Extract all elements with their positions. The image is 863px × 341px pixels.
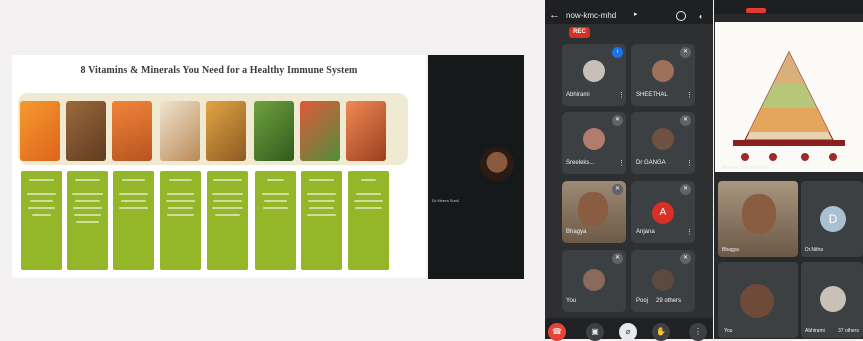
avatar: A [652, 202, 674, 224]
carrots-image [112, 101, 152, 161]
tablet-top-bar [714, 0, 863, 14]
vitamin-card-2 [67, 171, 108, 270]
mic-off-icon: ✕ [612, 115, 623, 126]
more-options-icon[interactable]: ⋮ [618, 159, 625, 167]
more-options-icon[interactable]: ⋮ [686, 159, 693, 167]
salad-plate-image [300, 101, 340, 161]
vitamin-card-3 [113, 171, 154, 270]
avatar [578, 192, 608, 226]
others-count: 29 others [656, 298, 682, 304]
participant-name: You [724, 328, 733, 334]
food-pyramid-image [733, 50, 845, 161]
others-count: 37 others [838, 328, 859, 334]
avatar: D [820, 206, 846, 232]
participant-name: Sreeleks... [566, 160, 595, 166]
vitamin-card-8 [348, 171, 389, 270]
vitamin-card-1 [21, 171, 62, 270]
vitamin-card-5 [207, 171, 248, 270]
nuts-seeds-image [66, 101, 106, 161]
avatar [583, 60, 605, 82]
shared-screen[interactable] [715, 22, 863, 172]
more-options-button[interactable]: ⋮ [689, 323, 707, 341]
vegetable-bowl-image [206, 101, 246, 161]
mic-off-icon: ✕ [680, 184, 691, 195]
raise-hand-button[interactable]: ✋ [652, 323, 670, 341]
recording-indicator [746, 8, 766, 13]
participant-name: Pooj [636, 298, 649, 304]
mic-off-icon: ✕ [612, 253, 623, 264]
slide-title: 8 Vitamins & Minerals You Need for a Hea… [80, 65, 358, 76]
participant-name: Dr.Nitha [805, 247, 824, 253]
participant-name: Dr GANGA [636, 160, 666, 166]
vitamin-card-6 [255, 171, 296, 270]
mic-off-icon: ✕ [680, 47, 691, 58]
avatar [583, 269, 605, 291]
participant-name: Abhirami [566, 92, 590, 98]
speaking-indicator-icon: ı [612, 47, 623, 58]
more-options-icon[interactable]: ⋮ [618, 91, 625, 99]
participant-name: Anjana [636, 229, 655, 235]
avatar [583, 128, 605, 150]
avatar [742, 194, 776, 234]
more-options-icon[interactable]: ⋮ [686, 91, 693, 99]
presenting-label: Bhagya is presenting [722, 165, 769, 171]
participant-name: Bhagya [722, 247, 739, 253]
mic-off-icon: ✕ [612, 184, 623, 195]
vitamin-card-4 [160, 171, 201, 270]
orange-slices-image [20, 101, 60, 161]
spinach-image [254, 101, 294, 161]
participant-name: Abhirami [805, 328, 825, 334]
participant-name: SHEETHAL [636, 92, 668, 98]
avatar [740, 284, 774, 318]
avatar [652, 128, 674, 150]
mic-off-icon: ✕ [680, 115, 691, 126]
avatar [480, 147, 514, 181]
more-options-icon[interactable]: ⋮ [686, 228, 693, 236]
end-call-button[interactable]: ☎ [548, 323, 566, 341]
mic-toggle-button[interactable]: ⌀ [619, 323, 637, 341]
participant-name: Bhagya [566, 229, 587, 235]
back-arrow-icon[interactable]: ← [549, 9, 560, 21]
audio-output-icon[interactable]: ◖ [698, 12, 703, 21]
presentation-slide: 8 Vitamins & Minerals You Need for a Hea… [12, 55, 426, 278]
avatar [652, 269, 674, 291]
mic-off-icon: ✕ [680, 253, 691, 264]
vitamin-card-7 [301, 171, 342, 270]
switch-camera-icon[interactable] [676, 11, 686, 21]
avatar [820, 286, 846, 312]
participant-name: You [566, 298, 577, 304]
chevron-right-icon[interactable]: ▸ [634, 10, 638, 18]
garlic-ginger-image [160, 101, 200, 161]
salmon-image [346, 101, 386, 161]
meeting-code[interactable]: now-kmc-mhd [566, 11, 616, 20]
speaker-name: Dr Meera Sunil [432, 198, 459, 203]
camera-toggle-button[interactable]: ▣ [586, 323, 604, 341]
recording-badge: REC [569, 27, 590, 38]
avatar [652, 60, 674, 82]
